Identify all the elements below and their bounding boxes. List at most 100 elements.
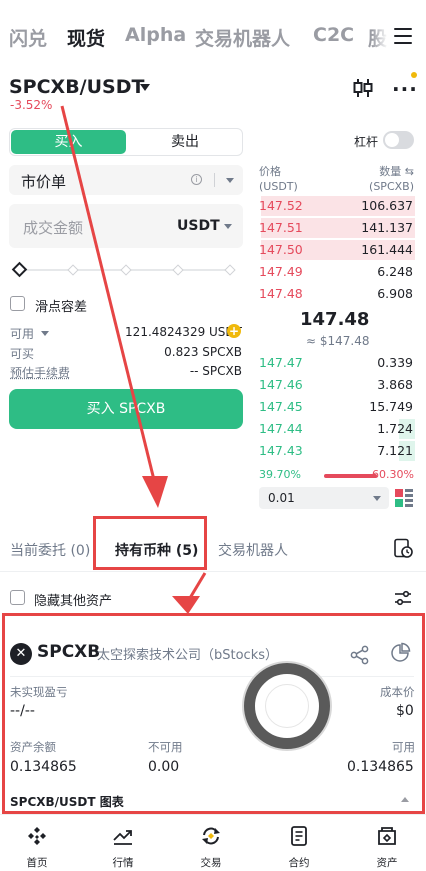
bid-row[interactable]: 147.43 7.121 — [255, 440, 415, 462]
nav-home[interactable]: 首页 — [0, 815, 80, 871]
buy-sell-toggle: 买入 卖出 — [9, 128, 243, 156]
trade-exchange-icon — [200, 825, 222, 847]
available-label[interactable]: 可用 — [10, 325, 34, 342]
tab-open-orders[interactable]: 当前委托 (0) — [10, 540, 90, 560]
bid-price: 147.45 — [259, 399, 303, 414]
chevron-down-icon — [224, 224, 232, 229]
tab-spot[interactable]: 现货 — [67, 24, 105, 51]
nav-futures-label: 合约 — [256, 855, 342, 870]
pair-symbol[interactable]: SPCXB/USDT — [9, 76, 144, 98]
depth-step-select[interactable]: 0.01 — [259, 487, 389, 509]
divider — [214, 173, 215, 187]
chart-line-icon — [112, 825, 134, 847]
slippage-checkbox[interactable] — [10, 296, 25, 311]
leverage-toggle[interactable] — [383, 131, 414, 149]
tab-trading-bots-bottom[interactable]: 交易机器人 — [218, 540, 288, 560]
slider-mark-25[interactable] — [67, 264, 78, 275]
add-funds-icon[interactable]: + — [227, 324, 241, 338]
sell-tab[interactable]: 卖出 — [128, 130, 242, 154]
buy-tab[interactable]: 买入 — [11, 130, 126, 154]
ask-price: 147.51 — [259, 220, 303, 235]
pair-change: -3.52% — [10, 98, 52, 112]
nav-fade — [372, 20, 388, 54]
hide-other-assets-label: 隐藏其他资产 — [34, 590, 112, 609]
bid-row[interactable]: 147.45 15.749 — [255, 396, 415, 418]
chevron-down-icon — [373, 496, 381, 501]
ask-row[interactable]: 147.48 6.908 — [255, 283, 415, 305]
amount-input[interactable]: 成交金额 USDT — [9, 204, 243, 248]
last-price[interactable]: 147.48 — [300, 309, 369, 330]
slippage-label: 滑点容差 — [35, 296, 87, 315]
info-icon[interactable]: i — [191, 174, 202, 185]
bid-row[interactable]: 147.46 3.868 — [255, 374, 415, 396]
depth-step-value: 0.01 — [268, 491, 295, 505]
fee-value: -- SPCXB — [190, 364, 242, 378]
qty-header[interactable]: 数量 ⇆ — [368, 164, 414, 179]
buyable-value: 0.823 SPCXB — [164, 345, 242, 359]
futures-document-icon — [288, 825, 310, 847]
nav-markets[interactable]: 行情 — [80, 815, 166, 871]
chevron-down-icon[interactable] — [140, 84, 150, 91]
bid-qty: 0.339 — [377, 355, 413, 370]
buy-ratio: 39.70% — [259, 468, 301, 481]
nav-futures[interactable]: 合约 — [256, 815, 342, 871]
slider-handle[interactable] — [12, 262, 28, 278]
nav-assets[interactable]: 资产 — [344, 815, 426, 871]
ask-row[interactable]: 147.49 6.248 — [255, 261, 415, 283]
ask-row[interactable]: 147.52 106.637 — [255, 195, 415, 217]
candlestick-icon[interactable] — [352, 78, 374, 98]
bid-qty: 3.868 — [377, 377, 413, 392]
buy-button[interactable]: 买入 SPCXB — [9, 389, 243, 429]
chevron-down-icon[interactable] — [41, 331, 49, 336]
amount-slider[interactable] — [14, 263, 234, 277]
buyable-label: 可买 — [10, 345, 34, 362]
orderbook-layout-icon[interactable] — [395, 489, 413, 507]
ask-price: 147.52 — [259, 198, 303, 213]
arrow-head — [172, 596, 200, 614]
bid-price: 147.44 — [259, 421, 303, 436]
more-icon[interactable]: ··· — [392, 84, 418, 94]
arrow-line — [190, 573, 205, 598]
qty-unit: (SPCXB) — [368, 179, 414, 194]
slider-mark-100[interactable] — [224, 264, 235, 275]
bid-price: 147.47 — [259, 355, 303, 370]
ask-row[interactable]: 147.51 141.137 — [255, 217, 415, 239]
divider — [0, 571, 426, 572]
chevron-down-icon — [226, 178, 234, 183]
arrow-head — [142, 476, 168, 508]
leverage-label: 杠杆 — [354, 133, 378, 150]
ask-price: 147.49 — [259, 264, 303, 279]
price-header: 价格 — [259, 164, 298, 179]
ask-qty: 161.444 — [361, 242, 413, 257]
bid-qty: 7.121 — [377, 443, 413, 458]
tab-trading-bots[interactable]: 交易机器人 — [195, 24, 290, 51]
bid-row[interactable]: 147.44 1.724 — [255, 418, 415, 440]
slider-mark-50[interactable] — [120, 264, 131, 275]
nav-assets-label: 资产 — [344, 855, 426, 870]
menu-icon[interactable] — [394, 28, 412, 44]
tab-swap[interactable]: 闪兑 — [9, 24, 47, 51]
order-type-select[interactable]: 市价单 i — [9, 165, 243, 195]
nav-trade[interactable]: 交易 — [168, 815, 254, 871]
hide-other-assets-checkbox[interactable] — [10, 590, 25, 605]
tab-alpha[interactable]: Alpha — [125, 24, 186, 46]
slider-mark-75[interactable] — [172, 264, 183, 275]
filter-settings-icon[interactable] — [393, 588, 413, 608]
notification-dot — [411, 72, 417, 78]
amount-currency-select[interactable]: USDT — [177, 218, 220, 234]
ask-qty: 106.637 — [361, 198, 413, 213]
bid-qty: 15.749 — [369, 399, 413, 414]
nav-trade-label: 交易 — [168, 855, 254, 870]
order-history-icon[interactable] — [393, 538, 413, 558]
amount-placeholder: 成交金额 — [23, 217, 83, 238]
ask-qty: 6.908 — [377, 286, 413, 301]
ask-qty: 141.137 — [361, 220, 413, 235]
sell-ratio: 60.30% — [372, 468, 414, 481]
bottom-nav: 首页 行情 交易 合约 资产 — [0, 814, 426, 871]
fee-label[interactable]: 预估手续费 — [10, 364, 70, 381]
ask-row[interactable]: 147.50 161.444 — [255, 239, 415, 261]
order-type-value: 市价单 — [21, 171, 66, 192]
bid-price: 147.46 — [259, 377, 303, 392]
bid-row[interactable]: 147.47 0.339 — [255, 352, 415, 374]
tab-c2c[interactable]: C2C — [313, 24, 354, 46]
